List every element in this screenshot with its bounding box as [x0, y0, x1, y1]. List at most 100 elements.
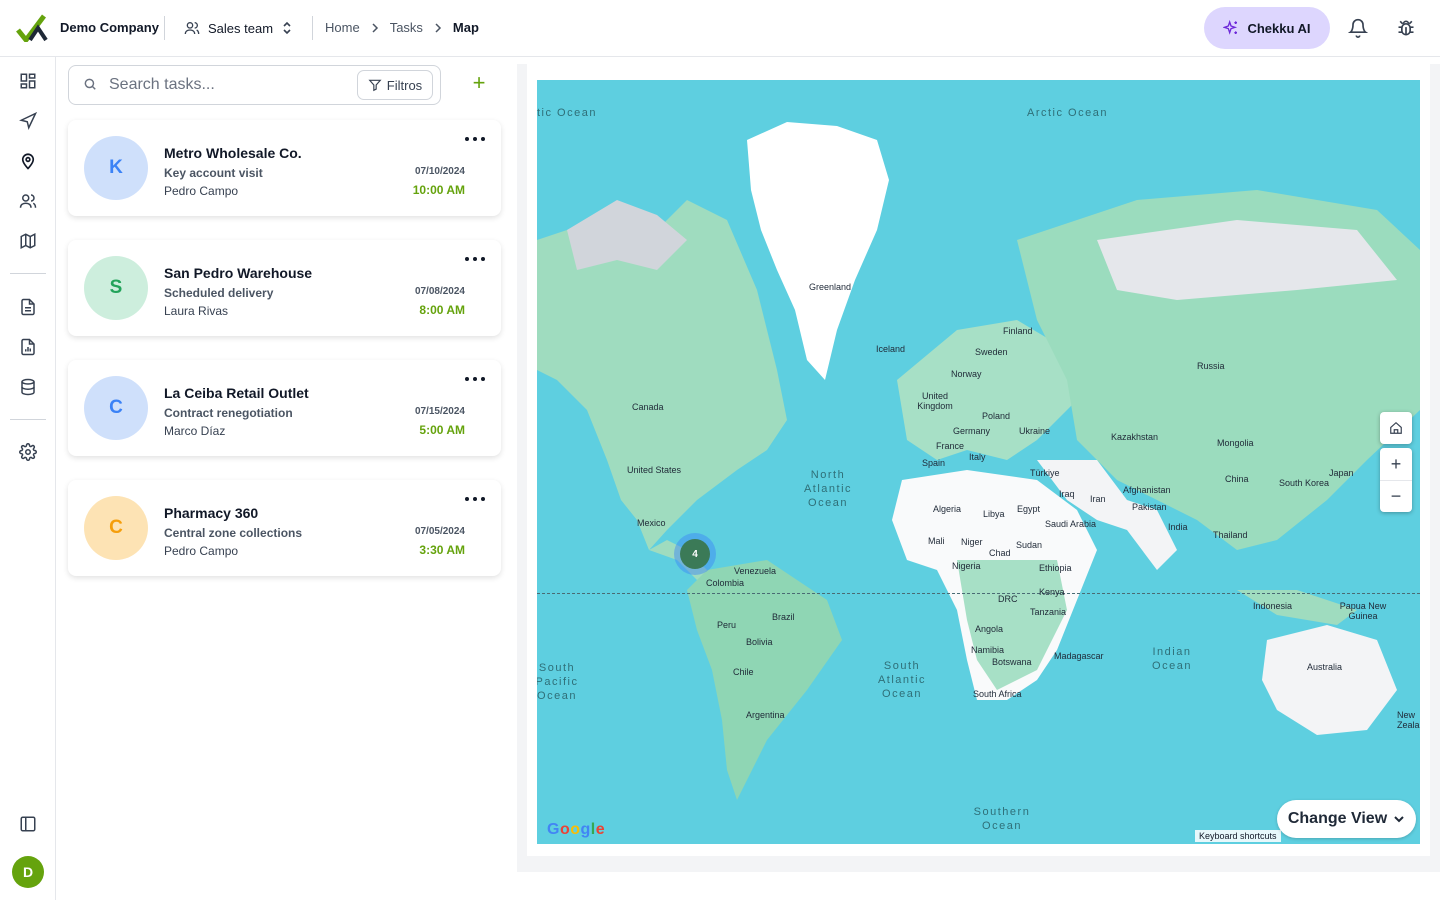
filter-button[interactable]: Filtros: [357, 70, 433, 100]
ocean-label: Southern Ocean: [973, 806, 1031, 832]
search-bar: Filtros: [68, 65, 441, 105]
place-label: Bolivia: [746, 637, 773, 647]
google-logo: Google: [547, 821, 606, 838]
bug-icon[interactable]: [1394, 16, 1418, 40]
notifications-bell-icon[interactable]: [1346, 16, 1370, 40]
more-options-icon[interactable]: [465, 372, 485, 386]
place-label: South Korea: [1279, 478, 1330, 488]
chevron-down-icon: [1394, 816, 1404, 823]
place-label: Algeria: [933, 504, 962, 514]
task-time: 5:00 AM: [419, 423, 465, 437]
place-label: Egypt: [1017, 504, 1041, 514]
company-logo[interactable]: [16, 14, 48, 42]
place-label: Indonesia: [1253, 601, 1293, 611]
user-avatar[interactable]: D: [12, 856, 44, 888]
zoom-out-button[interactable]: −: [1380, 480, 1412, 512]
place-label: Spain: [922, 458, 946, 468]
divider: [312, 16, 313, 40]
report-icon[interactable]: [16, 335, 40, 359]
task-card[interactable]: C Pharmacy 360 Central zone collections …: [68, 480, 501, 576]
place-label: Chile: [733, 667, 754, 677]
users-icon[interactable]: [16, 189, 40, 213]
chekku-ai-button[interactable]: Chekku AI: [1204, 7, 1330, 49]
more-options-icon[interactable]: [465, 492, 485, 506]
place-label: Papua New Guinea: [1339, 601, 1387, 621]
task-card[interactable]: C La Ceiba Retail Outlet Contract renego…: [68, 360, 501, 456]
world-map[interactable]: tic Ocean Arctic Ocean North Atlantic Oc…: [537, 80, 1420, 844]
place-label: Mongolia: [1217, 438, 1254, 448]
divider: [10, 419, 46, 420]
place-label: Ukraine: [1019, 426, 1051, 436]
zoom-in-button[interactable]: +: [1380, 448, 1412, 480]
breadcrumb-home[interactable]: Home: [325, 20, 360, 35]
place-label: Ethiopia: [1039, 563, 1072, 573]
task-name: Pharmacy 360: [164, 505, 259, 521]
place-label: Colombia: [706, 578, 745, 588]
place-label: Mali: [928, 536, 945, 546]
team-selector[interactable]: Sales team: [184, 18, 293, 38]
place-label: Iran: [1090, 494, 1106, 504]
home-icon[interactable]: [1380, 412, 1412, 444]
dashboard-icon[interactable]: [16, 69, 40, 93]
task-assignee: Marco Díaz: [164, 424, 226, 438]
place-label: France: [936, 441, 965, 451]
breadcrumb-tasks[interactable]: Tasks: [390, 20, 423, 35]
place-label: Nigeria: [952, 561, 981, 571]
place-label: Venezuela: [734, 566, 777, 576]
place-label: Afghanistan: [1123, 485, 1171, 495]
place-label: Peru: [717, 620, 737, 630]
task-type: Scheduled delivery: [164, 286, 274, 300]
place-label: Chad: [989, 548, 1011, 558]
keyboard-shortcuts-link[interactable]: Keyboard shortcuts: [1195, 830, 1281, 842]
sidebar: D: [0, 57, 56, 900]
change-view-button[interactable]: Change View: [1277, 800, 1416, 838]
document-icon[interactable]: [16, 295, 40, 319]
map-cluster-marker[interactable]: 4: [674, 533, 716, 575]
place-label: Canada: [632, 402, 664, 412]
navigation-icon[interactable]: [16, 109, 40, 133]
place-label: India: [1168, 522, 1188, 532]
map-icon[interactable]: [16, 229, 40, 253]
task-type: Key account visit: [164, 166, 263, 180]
place-label: Niger: [961, 537, 983, 547]
search-input[interactable]: [109, 74, 349, 96]
place-label: Angola: [975, 624, 1004, 634]
task-name: Metro Wholesale Co.: [164, 145, 302, 161]
task-type: Contract renegotiation: [164, 406, 293, 420]
ocean-label: North Atlantic Ocean: [803, 469, 853, 509]
task-name: San Pedro Warehouse: [164, 265, 313, 281]
filter-label: Filtros: [386, 77, 423, 93]
place-label: Norway: [951, 369, 982, 379]
task-time: 10:00 AM: [412, 183, 465, 197]
chevron-up-down-icon: [283, 21, 291, 35]
place-label: Greenland: [809, 282, 852, 292]
task-avatar: C: [84, 496, 148, 560]
breadcrumb-current: Map: [452, 20, 479, 35]
place-label: United Kingdom: [917, 391, 953, 411]
place-label: Germany: [953, 426, 991, 436]
task-avatar: K: [84, 136, 148, 200]
company-name[interactable]: Demo Company: [60, 20, 159, 35]
map-pin-icon[interactable]: [16, 149, 40, 173]
place-label: Italy: [969, 452, 986, 462]
chevron-right-icon: [435, 22, 441, 33]
place-label: Botswana: [992, 657, 1032, 667]
team-name: Sales team: [208, 20, 274, 36]
users-icon: [184, 22, 200, 35]
filter-icon: [368, 79, 382, 92]
breadcrumb: Home Tasks Map: [325, 20, 479, 35]
place-label: Japan: [1329, 468, 1354, 478]
task-assignee: Pedro Campo: [164, 184, 239, 198]
sidebar-toggle-icon[interactable]: [16, 812, 40, 836]
place-label: Finland: [1003, 326, 1033, 336]
more-options-icon[interactable]: [465, 132, 485, 146]
settings-gear-icon[interactable]: [16, 440, 40, 464]
add-task-button[interactable]: +: [466, 70, 492, 96]
more-options-icon[interactable]: [465, 252, 485, 266]
task-card[interactable]: K Metro Wholesale Co. Key account visit …: [68, 120, 501, 216]
database-icon[interactable]: [16, 375, 40, 399]
task-date: 07/08/2024: [414, 286, 465, 297]
task-card[interactable]: S San Pedro Warehouse Scheduled delivery…: [68, 240, 501, 336]
chevron-right-icon: [372, 22, 378, 33]
ocean-label: South Atlantic Ocean: [877, 660, 927, 700]
